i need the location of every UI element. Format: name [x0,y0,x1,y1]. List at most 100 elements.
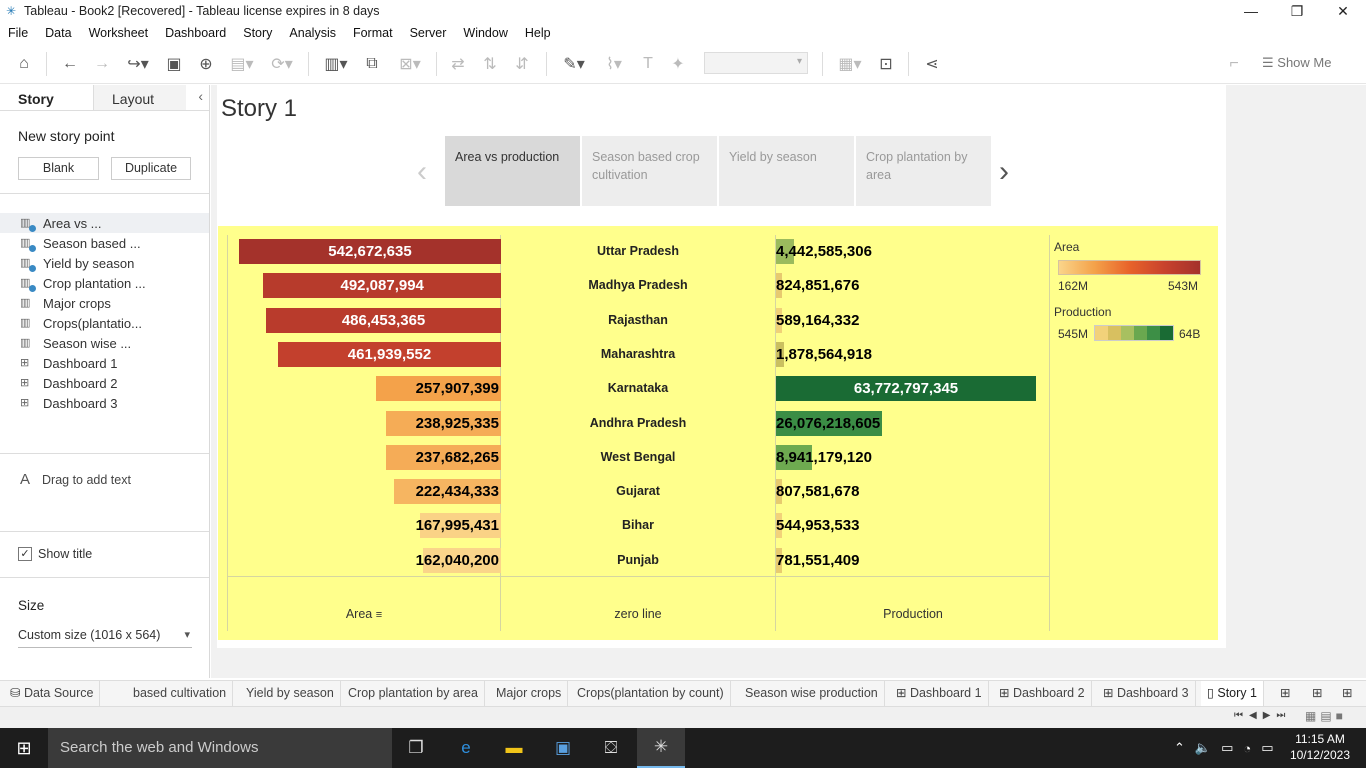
sort-icon[interactable]: ≡ [376,609,382,621]
task-view-icon[interactable]: ❐ [392,728,440,768]
pin-icon[interactable]: ✦ [666,52,690,76]
dashboard-item[interactable]: ⊞ Dashboard 1 [0,353,209,373]
new-worksheet-icon[interactable]: ▥▾ [318,52,354,76]
undo-icon[interactable]: ← [58,52,82,76]
sheet-tab[interactable]: Crop plantation by area [342,681,485,707]
menu-help[interactable]: Help [525,26,551,40]
menu-data[interactable]: Data [45,26,71,40]
area-value-label: 222,434,333 [415,483,499,501]
menu-story[interactable]: Story [243,26,272,40]
store-icon[interactable]: ⛋ [587,728,635,768]
sheet-item[interactable]: ▥ Yield by season [0,253,209,273]
save-icon[interactable]: ▣ [162,52,186,76]
restore-button[interactable]: ❐ [1274,0,1320,22]
replay-icon[interactable]: ↪▾ [120,52,156,76]
home-icon[interactable]: ⌂ [12,52,36,76]
fit-dropdown[interactable] [704,52,808,74]
show-me-button[interactable]: ☰ Show Me [1262,55,1331,71]
menu-window[interactable]: Window [463,26,507,40]
show-title-checkbox[interactable]: ✓ Show title [18,547,92,561]
windows-start-icon[interactable]: ⊞ [0,728,48,768]
story-point-tab[interactable]: Season based crop cultivation [582,136,717,206]
dashboard-item[interactable]: ⊞ Dashboard 3 [0,393,209,413]
production-value-label: 4,442,585,306 [776,243,872,260]
size-dropdown[interactable]: Custom size (1016 x 564) [18,628,192,648]
area-value-label: 162,040,200 [415,551,499,569]
fit-icon[interactable]: ▦▾ [832,52,868,76]
redo-icon[interactable]: → [90,52,114,76]
sheet-item[interactable]: ▥ Season based ... [0,233,209,253]
sort-ascending-icon[interactable]: ⇅ [478,52,502,76]
menu-worksheet[interactable]: Worksheet [89,26,149,40]
next-story-point-icon[interactable]: › [999,155,1009,189]
story-point-tab[interactable]: Area vs production [445,136,580,206]
new-dashboard-tab-icon[interactable]: ⊞ [1306,681,1328,707]
tab-layout[interactable]: Layout [93,85,186,110]
story-point-tab[interactable]: Yield by season [719,136,854,206]
drag-to-add-text[interactable]: A Drag to add text [20,471,131,488]
share-icon[interactable]: ⋖ [920,52,944,76]
sort-descending-icon[interactable]: ⇵ [510,52,534,76]
file-explorer-icon[interactable]: ▬ [490,728,538,768]
menu-format[interactable]: Format [353,26,393,40]
story-tab[interactable]: ▯ Story 1 [1201,681,1264,707]
menu-dashboard[interactable]: Dashboard [165,26,226,40]
presentation-icon[interactable]: ⊡ [874,52,898,76]
clock[interactable]: 11:15 AM 10/12/2023 [1290,731,1350,763]
story-point-tab[interactable]: Crop plantation by area [856,136,991,206]
sheet-item[interactable]: ▥ Crop plantation ... [0,273,209,293]
sheet-item[interactable]: ▥ Area vs ... [0,213,209,233]
sheet-item[interactable]: ▥ Major crops [0,293,209,313]
sheet-tab[interactable]: Yield by season [240,681,341,707]
sheet-item[interactable]: ▥ Crops(plantatio... [0,313,209,333]
labels-icon[interactable]: T [636,52,660,76]
swap-icon[interactable]: ⇄ [446,52,470,76]
system-tray[interactable]: ⌃ 🔈 ▭ ◔ ▭ [1174,728,1274,768]
menu-analysis[interactable]: Analysis [289,26,336,40]
new-worksheet-tab-icon[interactable]: ⊞ [1274,681,1296,707]
sheet-navigation-icon[interactable]: ⏮◀▶⏭ [1234,710,1291,721]
tableau-taskbar-icon[interactable]: ✳ [637,728,685,768]
dashboard-tab[interactable]: ⊞ Dashboard 3 [1097,681,1196,707]
sheet-tab[interactable]: Major crops [490,681,569,707]
close-button[interactable]: ✕ [1320,0,1366,22]
duplicate-sheet-icon[interactable]: ⧉ [360,52,384,76]
new-data-source-icon[interactable]: ⊕ [194,52,218,76]
sheet-tab[interactable]: Crops(plantation by count) [571,681,731,707]
tab-story[interactable]: Story [0,85,93,110]
sheet-icon: ▥ [20,296,31,309]
production-value-label: 589,164,332 [776,311,860,329]
state-label: Andhra Pradesh [589,415,687,430]
format-painter-icon[interactable]: ⌐ [1222,52,1246,76]
edge-icon[interactable]: e [442,728,490,768]
menu-server[interactable]: Server [410,26,447,40]
clear-sheet-icon[interactable]: ⊠▾ [392,52,428,76]
previous-story-point-icon[interactable]: ‹ [417,155,427,189]
duplicate-button[interactable]: Duplicate [111,157,191,180]
dashboard-tab[interactable]: ⊞ Dashboard 1 [890,681,989,707]
sheet-item[interactable]: ▥ Season wise ... [0,333,209,353]
dashboard-tab[interactable]: ⊞ Dashboard 2 [993,681,1092,707]
menu-file[interactable]: File [8,26,28,40]
pause-updates-icon[interactable]: ▤▾ [224,52,260,76]
tab-data-source[interactable]: ⛁ Data Source [4,681,101,707]
minimize-button[interactable]: — [1228,0,1274,22]
production-color-legend [1094,325,1174,341]
production-value-label: 807,581,678 [776,483,860,501]
header-area[interactable]: Area ≡ [227,607,501,621]
taskbar-search[interactable]: Search the web and Windows [48,728,392,768]
highlight-icon[interactable]: ✎▾ [556,52,592,76]
sheet-icon: ▥ [20,277,36,292]
blank-button[interactable]: Blank [18,157,99,180]
app-icon[interactable]: ▣ [539,728,587,768]
collapse-icon[interactable]: ‹ [198,88,203,104]
area-value-label: 238,925,335 [415,414,499,432]
group-icon[interactable]: ⌇▾ [596,52,632,76]
sheet-tab[interactable]: based cultivation [127,681,234,707]
sheet-view-icon[interactable]: ▦▤■ [1305,709,1347,723]
area-value-label: 461,939,552 [347,345,432,363]
refresh-icon[interactable]: ⟳▾ [264,52,300,76]
new-story-tab-icon[interactable]: ⊞ [1336,681,1358,707]
sheet-tab[interactable]: Season wise production [739,681,885,707]
dashboard-item[interactable]: ⊞ Dashboard 2 [0,373,209,393]
